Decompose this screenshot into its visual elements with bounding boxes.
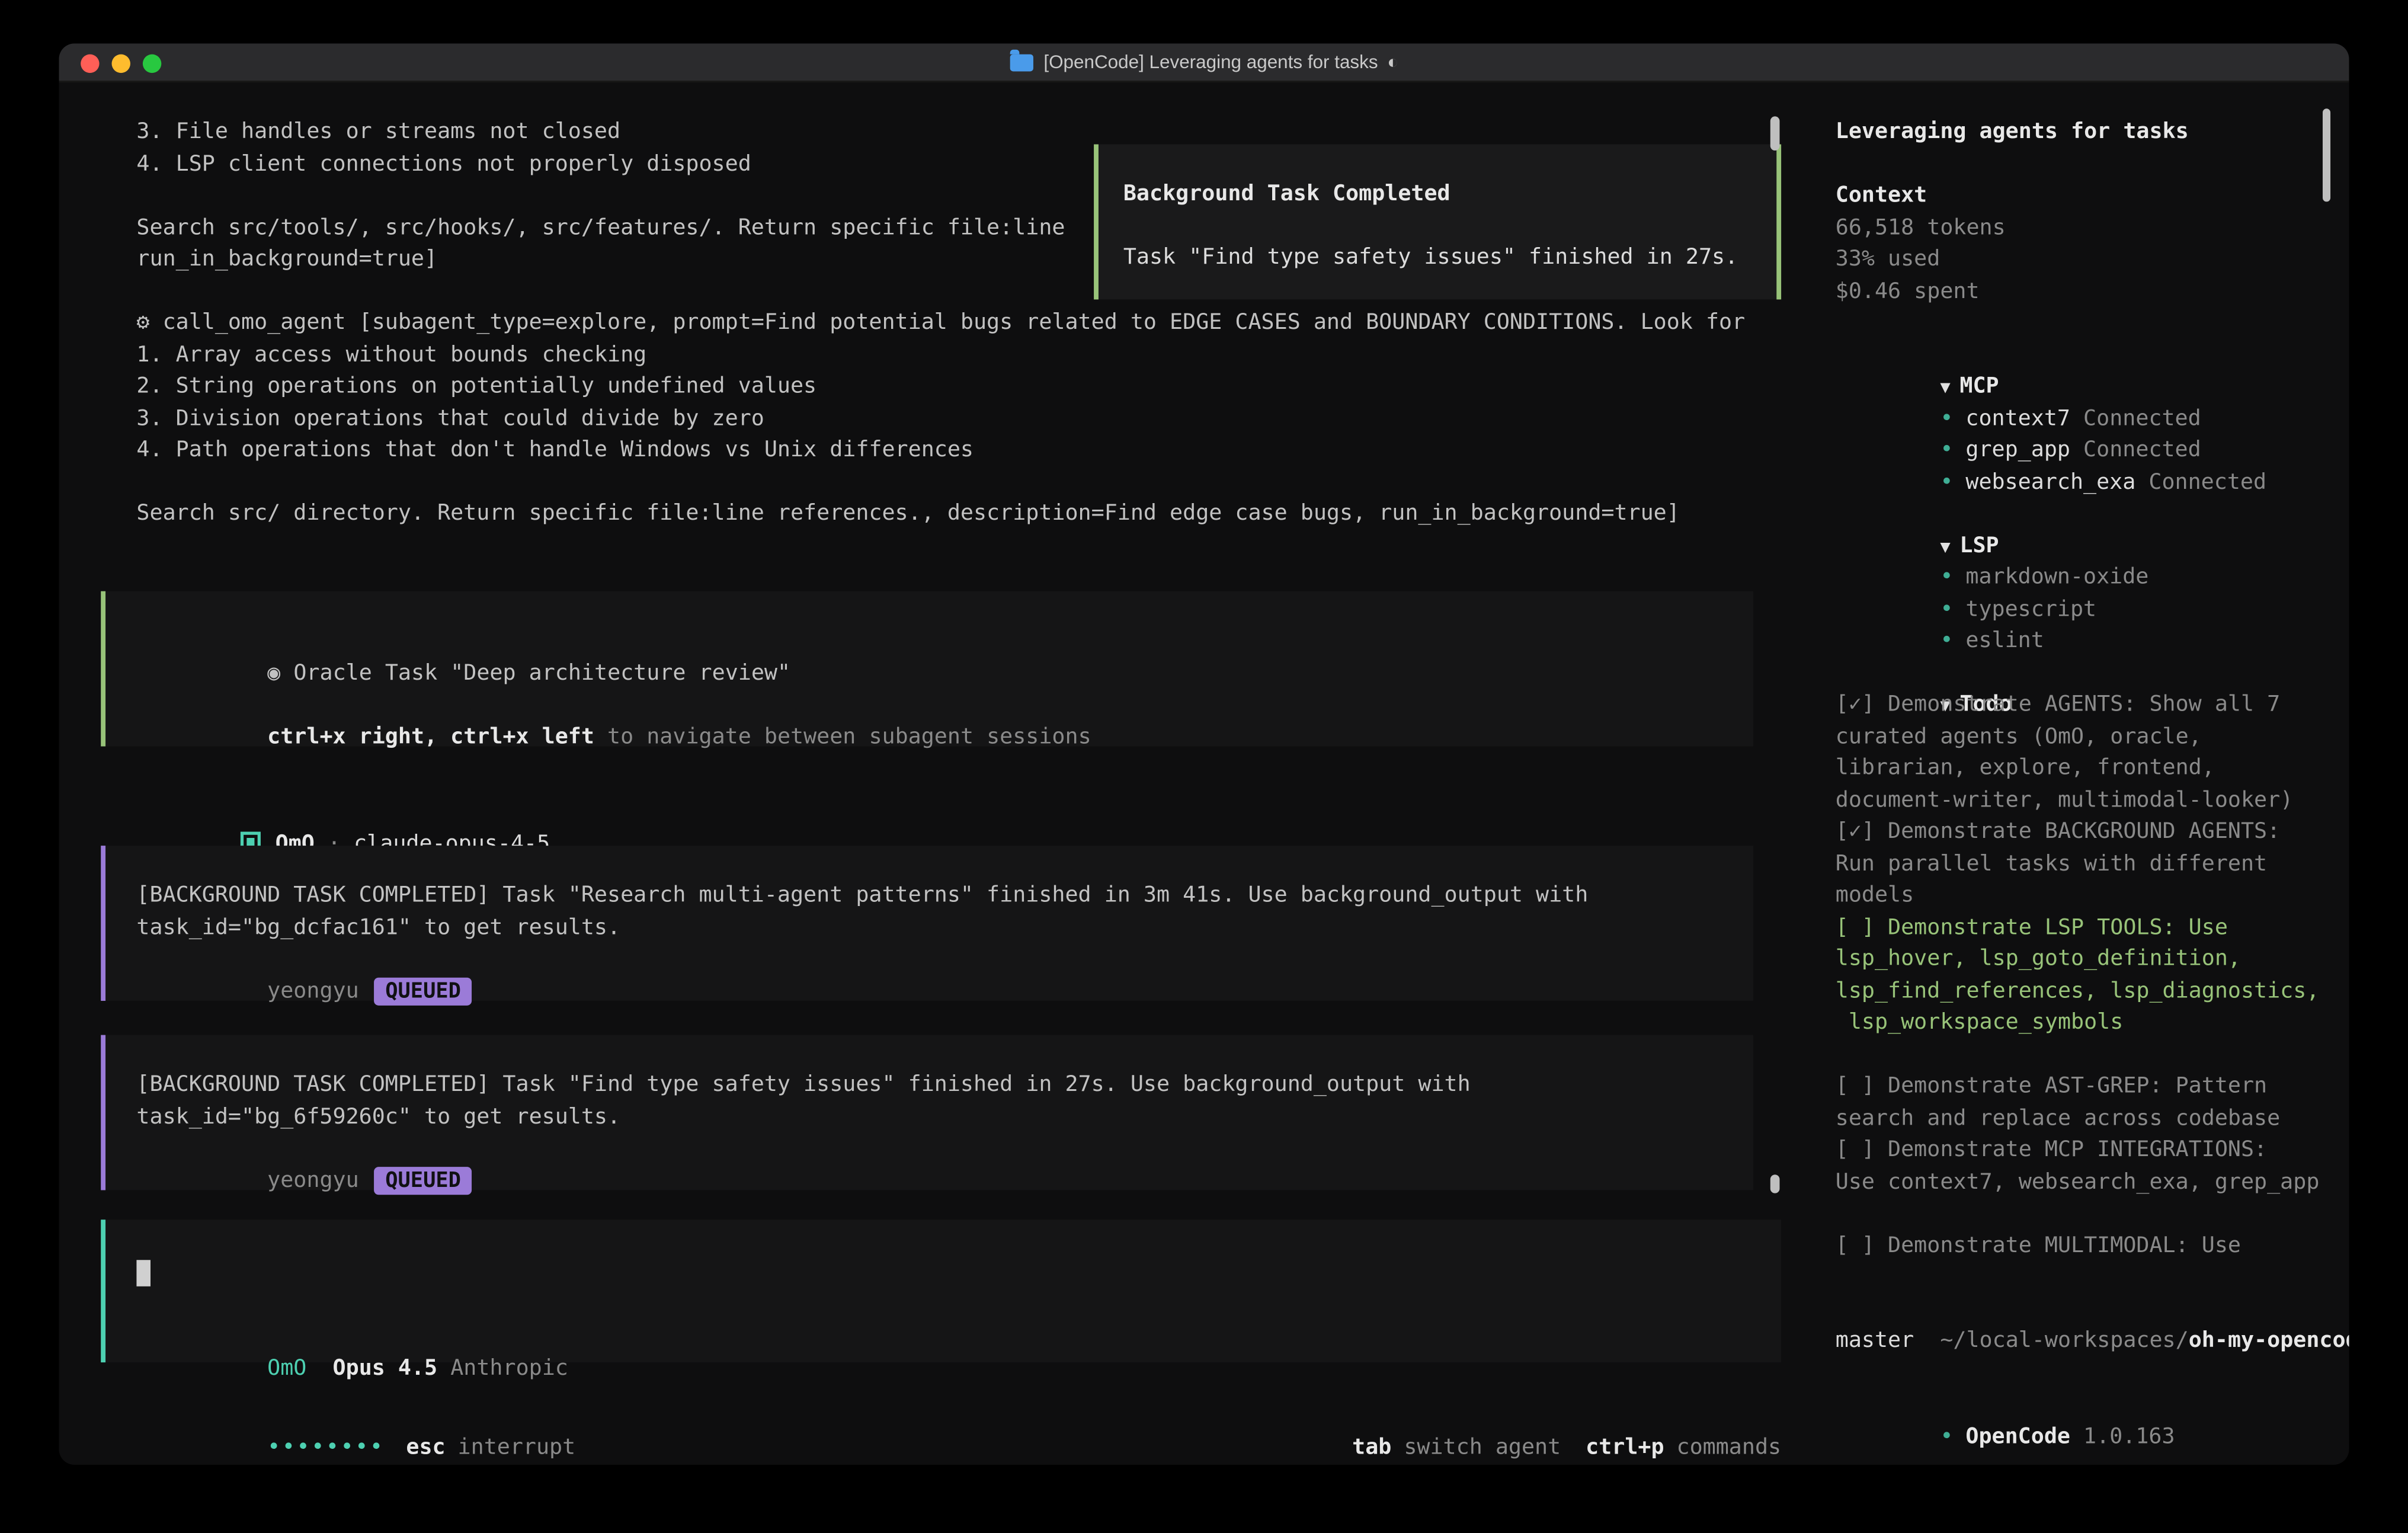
terminal-line: 3. File handles or streams not closed [136, 116, 1781, 148]
close-button[interactable] [81, 53, 99, 72]
todo-done-line: models [1836, 880, 2334, 912]
text-cursor [136, 1259, 150, 1286]
task-message-line: task_id="bg_6f59260c" to get results. [136, 1101, 1753, 1133]
todo-active-line: lsp_find_references, lsp_diagnostics, [1836, 975, 2334, 1007]
chevron-down-icon: ▼ [1940, 536, 1950, 556]
todo-pending-line: [ ] Demonstrate MCP INTEGRATIONS: [1836, 1134, 2334, 1166]
folder-icon [1010, 53, 1033, 71]
bullet-icon: • [1940, 629, 1953, 654]
spinner-dots-icon: •••••••• [267, 1435, 385, 1460]
todo-pending-line: [ ] Demonstrate MULTIMODAL: Use [1836, 1230, 2334, 1262]
terminal-window: [OpenCode] Leveraging agents for tasks ◐… [59, 43, 2349, 1465]
oracle-task-panel: ◉ Oracle Task "Deep architecture review"… [101, 591, 1753, 747]
todo-pending-line: search and replace across codebase [1836, 1102, 2334, 1134]
task-message-line: [BACKGROUND TASK COMPLETED] Task "Resear… [136, 880, 1753, 912]
terminal-line: 2. String operations on potentially unde… [136, 371, 1781, 403]
screen: [OpenCode] Leveraging agents for tasks ◐… [0, 0, 2408, 1533]
workspace-path: ~/local-workspaces/oh-my-opencode: [1836, 1294, 2334, 1326]
terminal-line: 4. Path operations that don't handle Win… [136, 434, 1781, 466]
zoom-button[interactable] [143, 53, 161, 72]
recording-icon: ◐ [1387, 51, 1398, 73]
input-provider-name: Anthropic [437, 1355, 568, 1380]
ctrlp-key-label: commands [1677, 1435, 1782, 1460]
task-author: yeongyu [267, 1167, 359, 1192]
todo-done-line: [✓] Demonstrate BACKGROUND AGENTS: [1836, 816, 2334, 848]
minimize-button[interactable] [112, 53, 130, 72]
task-message-line: task_id="bg_dcfac161" to get results. [136, 911, 1753, 943]
traffic-lights [81, 43, 161, 82]
context-heading: Context [1836, 180, 2334, 212]
oracle-title: Oracle Task "Deep architecture review" [293, 660, 790, 685]
bullet-icon: • [1940, 406, 1953, 431]
bullet-icon: • [1940, 469, 1953, 494]
terminal-line: 3. Division operations that could divide… [136, 403, 1781, 435]
session-title: Leveraging agents for tasks [1836, 116, 2334, 148]
bullet-icon: • [1940, 1424, 1953, 1449]
mcp-section-header[interactable]: ▼MCP [1836, 339, 2334, 371]
oracle-keybinding: ctrl+x right, ctrl+x left [267, 724, 594, 749]
esc-key-hint: esc [406, 1435, 445, 1460]
todo-active-line: [ ] Demonstrate LSP TOOLS: Use [1836, 911, 2334, 943]
todo-done-line: curated agents (OmO, oracle, [1836, 721, 2334, 753]
status-right: tabswitch agentctrl+pcommands [1221, 1400, 1781, 1432]
todo-pending-line: [ ] Demonstrate AST-GREP: Pattern [1836, 1071, 2334, 1103]
todo-done-line: document-writer, multimodal-looker) [1836, 785, 2334, 817]
bullet-icon: • [1940, 565, 1953, 590]
chevron-down-icon: ▼ [1940, 377, 1950, 397]
status-bar: ••••••••escinterrupt tabswitch agentctrl… [136, 1400, 1781, 1432]
todo-done-line: librarian, explore, frontend, [1836, 753, 2334, 785]
queued-badge: QUEUED [374, 977, 472, 1004]
terminal-line: 1. Array access without bounds checking [136, 339, 1781, 371]
toast-notification[interactable]: Background Task Completed Task "Find typ… [1094, 145, 1781, 300]
task-author: yeongyu [267, 978, 359, 1003]
input-model-name: Opus 4.5 [333, 1355, 438, 1380]
todo-done-line: [✓] Demonstrate AGENTS: Show all 7 [1836, 689, 2334, 721]
bullet-icon: • [1940, 597, 1953, 622]
input-agent-name: OmO [267, 1355, 306, 1380]
oracle-hint: to navigate between subagent sessions [594, 724, 1091, 749]
esc-key-label: interrupt [458, 1435, 576, 1460]
sidebar-scrollbar-thumb[interactable] [2323, 108, 2330, 201]
terminal-line: Search src/ directory. Return specific f… [136, 498, 1781, 530]
toast-title: Background Task Completed [1123, 178, 1776, 210]
tab-key-label: switch agent [1404, 1435, 1561, 1460]
session-sidebar: Leveraging agents for tasks Context 66,5… [1811, 82, 2349, 1465]
tab-key-hint: tab [1352, 1435, 1391, 1460]
status-left: ••••••••escinterrupt [136, 1400, 575, 1432]
task-message-line: [BACKGROUND TASK COMPLETED] Task "Find t… [136, 1069, 1753, 1101]
background-task-card: [BACKGROUND TASK COMPLETED] Task "Find t… [101, 1035, 1753, 1190]
queued-badge: QUEUED [374, 1166, 472, 1194]
todo-active-line: lsp_hover, lsp_goto_definition, [1836, 943, 2334, 975]
prompt-input[interactable]: OmO Opus 4.5 Anthropic [101, 1220, 1781, 1362]
context-spent: $0.46 spent [1836, 276, 2334, 308]
context-used: 33% used [1836, 244, 2334, 276]
opencode-version: •OpenCode 1.0.163 [1836, 1389, 2334, 1421]
main-scrollbar-thumb[interactable] [1770, 116, 1780, 151]
toast-body: Task "Find type safety issues" finished … [1123, 242, 1776, 274]
bullet-icon: • [1940, 437, 1953, 462]
ctrlp-key-hint: ctrl+p [1586, 1435, 1664, 1460]
todo-done-line: Run parallel tasks with different [1836, 848, 2334, 880]
todo-active-line: lsp_workspace_symbols [1836, 1007, 2334, 1039]
tool-call-line: ⚙ call_omo_agent [subagent_type=explore,… [136, 307, 1781, 339]
terminal-line [136, 466, 1781, 498]
oracle-icon: ◉ [267, 660, 280, 685]
main-scrollbar-thumb[interactable] [1770, 1174, 1780, 1193]
agent-header: OmO · claude-opus-4-5 [136, 796, 550, 828]
context-tokens: 66,518 tokens [1836, 212, 2334, 244]
background-task-card: [BACKGROUND TASK COMPLETED] Task "Resear… [101, 846, 1753, 1001]
title-bar: [OpenCode] Leveraging agents for tasks ◐ [59, 43, 2349, 82]
todo-pending-line: Use context7, websearch_exa, grep_app [1836, 1166, 2334, 1198]
window-title: [OpenCode] Leveraging agents for tasks [1043, 51, 1378, 73]
